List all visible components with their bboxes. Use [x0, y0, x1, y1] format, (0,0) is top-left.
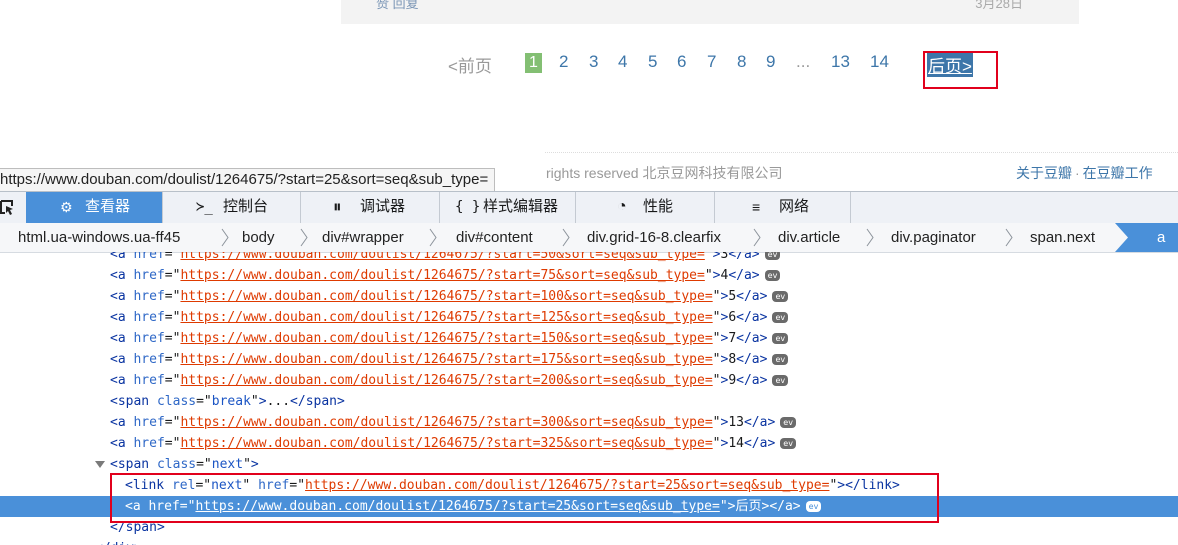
event-badge[interactable]: ev: [764, 270, 781, 281]
markup-node-close[interactable]: </div>: [0, 538, 1178, 545]
markup-node-expanded[interactable]: <span class="next">: [0, 454, 1178, 475]
expand-triangle-icon[interactable]: [95, 461, 105, 468]
highlight-box-next: [923, 51, 998, 89]
footer-separator: ·: [1075, 165, 1080, 181]
prev-page-link[interactable]: <前页: [448, 52, 492, 77]
breadcrumb-item[interactable]: div.paginator: [891, 223, 976, 252]
console-icon: ≻_: [196, 199, 213, 215]
element-picker-button[interactable]: [0, 192, 26, 223]
page-link[interactable]: 7: [707, 52, 716, 72]
chevron-right-icon: [300, 228, 308, 247]
markup-node[interactable]: <a href="https://www.douban.com/doulist/…: [0, 307, 1178, 328]
breadcrumb-item[interactable]: div#wrapper: [322, 223, 404, 252]
page-link[interactable]: 14: [870, 52, 889, 72]
network-icon: ≡: [752, 199, 761, 215]
footer-divider: [545, 152, 1178, 153]
event-badge[interactable]: ev: [772, 312, 789, 323]
element-picker-icon: [0, 200, 13, 215]
performance-icon: ◔: [617, 198, 627, 215]
chevron-right-icon: [1115, 223, 1128, 252]
paginator: <前页 1 2 3 4 5 6 7 8 9 ... 13 14 后页>: [0, 50, 1178, 78]
event-badge[interactable]: ev: [764, 252, 781, 260]
tab-inspector[interactable]: ⚙ 查看器: [26, 192, 163, 223]
footer-copyright: rights reserved 北京豆网科技有限公司: [546, 165, 783, 181]
page-link[interactable]: 9: [766, 52, 775, 72]
status-url-tooltip: https://www.douban.com/doulist/1264675/?…: [0, 168, 496, 192]
page-break: ...: [796, 52, 811, 71]
event-badge[interactable]: ev: [772, 291, 789, 302]
inspector-icon: ⚙: [60, 199, 73, 215]
tab-network[interactable]: ≡ 网络: [715, 192, 851, 223]
event-badge[interactable]: ev: [780, 417, 796, 428]
chevron-right-icon: [429, 228, 437, 247]
event-badge[interactable]: ev: [772, 333, 789, 344]
markup-node[interactable]: <span class="break">...</span>: [0, 391, 1178, 412]
markup-node[interactable]: <a href="https://www.douban.com/doulist/…: [0, 265, 1178, 286]
page-link[interactable]: 6: [677, 52, 686, 72]
breadcrumb-item[interactable]: div#content: [456, 223, 533, 252]
chevron-right-icon: [221, 228, 229, 247]
breadcrumb-item-active[interactable]: a: [1115, 223, 1178, 252]
event-badge[interactable]: ev: [780, 438, 796, 449]
style-editor-icon: { }: [455, 199, 481, 215]
breadcrumb-item[interactable]: span.next: [1030, 223, 1095, 252]
footer-links: 关于豆瓣 · 在豆瓣工作: [1016, 163, 1153, 183]
comment-strip: 赞 回复 3月28日: [341, 0, 1079, 24]
debugger-icon: ⏸: [333, 197, 342, 216]
current-page: 1: [525, 53, 542, 73]
event-badge[interactable]: ev: [772, 354, 789, 365]
page-link[interactable]: 5: [648, 52, 657, 72]
comment-actions[interactable]: 赞 回复: [376, 0, 419, 12]
chevron-right-icon: [562, 228, 570, 247]
breadcrumb-item[interactable]: body: [242, 223, 275, 252]
markup-node[interactable]: <a href="https://www.douban.com/doulist/…: [0, 328, 1178, 349]
breadcrumb-item[interactable]: div.grid-16-8.clearfix: [587, 223, 721, 252]
highlight-box-markup: [110, 473, 939, 523]
page-link[interactable]: 3: [589, 52, 598, 72]
footer-link-jobs[interactable]: 在豆瓣工作: [1083, 165, 1153, 181]
devtools-toolbar: ⚙ 查看器 ≻_ 控制台 ⏸ 调试器 { } 样式编辑器 ◔ 性能 ≡ 网络: [0, 191, 1178, 224]
tab-console[interactable]: ≻_ 控制台: [163, 192, 301, 223]
tab-performance[interactable]: ◔ 性能: [576, 192, 715, 223]
event-badge[interactable]: ev: [772, 375, 789, 386]
breadcrumb-item[interactable]: html.ua-windows.ua-ff45: [18, 223, 180, 252]
breadcrumb: html.ua-windows.ua-ff45 body div#wrapper…: [0, 223, 1178, 253]
breadcrumb-item[interactable]: div.article: [778, 223, 840, 252]
markup-node[interactable]: <a href="https://www.douban.com/doulist/…: [0, 349, 1178, 370]
markup-node[interactable]: <a href="https://www.douban.com/doulist/…: [0, 370, 1178, 391]
comment-date: 3月28日: [975, 0, 1023, 11]
page-link[interactable]: 13: [831, 52, 850, 72]
tab-debugger[interactable]: ⏸ 调试器: [301, 192, 440, 223]
chevron-right-icon: [866, 228, 874, 247]
markup-node[interactable]: <a href="https://www.douban.com/doulist/…: [0, 433, 1178, 454]
markup-node[interactable]: <a href="https://www.douban.com/doulist/…: [0, 252, 1178, 265]
page-link[interactable]: 8: [737, 52, 746, 72]
page-link[interactable]: 4: [618, 52, 627, 72]
chevron-right-icon: [753, 228, 761, 247]
footer-link-about[interactable]: 关于豆瓣: [1016, 165, 1072, 181]
chevron-right-icon: [1005, 228, 1013, 247]
tab-style-editor[interactable]: { } 样式编辑器: [440, 192, 576, 223]
markup-node[interactable]: <a href="https://www.douban.com/doulist/…: [0, 286, 1178, 307]
markup-node[interactable]: <a href="https://www.douban.com/doulist/…: [0, 412, 1178, 433]
page-link[interactable]: 2: [559, 52, 568, 72]
